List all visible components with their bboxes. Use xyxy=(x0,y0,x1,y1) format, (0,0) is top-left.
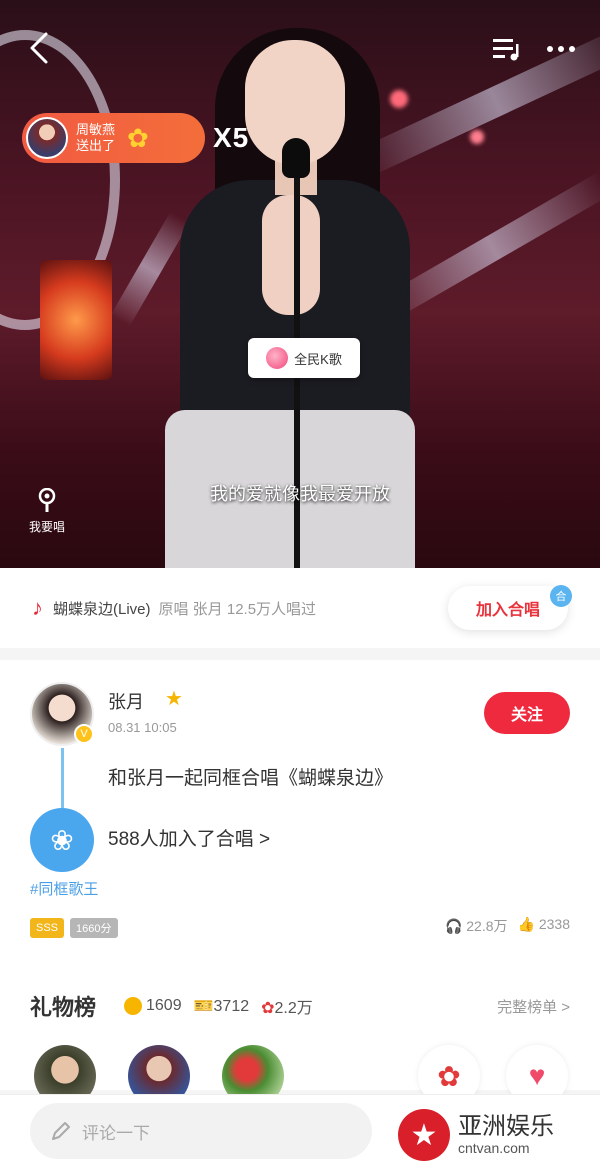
username[interactable]: 张月 xyxy=(108,688,144,714)
play-count-value: 22.8万 xyxy=(466,918,508,934)
like-count[interactable]: 👍 2338 xyxy=(518,916,570,936)
full-rank-link[interactable]: 完整榜单 > xyxy=(497,996,570,1017)
app-logo-card: 全民K歌 xyxy=(248,338,360,378)
video-player[interactable]: 全民K歌 周敏燕 送出了 ✿ X5 我要唱 我的爱就像我最爱开放 xyxy=(0,0,600,568)
gift-notification-text: 周敏燕 送出了 xyxy=(76,122,115,154)
comment-placeholder: 评论一下 xyxy=(82,1123,150,1143)
gift-notification[interactable]: 周敏燕 送出了 ✿ xyxy=(22,113,205,163)
solo-sing-label: 我要唱 xyxy=(28,520,65,534)
watermark-cn: 亚洲娱乐 xyxy=(458,1113,554,1141)
stage-glow xyxy=(470,130,484,144)
gift-sender-action: 送出了 xyxy=(76,138,116,153)
follow-button[interactable]: 关注 xyxy=(484,692,570,734)
coin-count: 1609 xyxy=(146,997,182,1015)
score-tags: SSS 1660分 xyxy=(30,918,118,938)
app-logo-icon xyxy=(266,347,289,369)
more-icon xyxy=(547,46,575,52)
coin-stat: 1609 xyxy=(124,996,182,1015)
play-count: 🎧 22.8万 xyxy=(445,916,508,936)
ticket-count: 3712 xyxy=(213,998,250,1015)
thread-line xyxy=(61,748,64,808)
music-note-icon: ♪ xyxy=(32,595,43,620)
chorus-badge-icon: 合 xyxy=(550,585,572,607)
gift-rank-title: 礼物榜 xyxy=(30,995,97,1020)
playlist-button[interactable] xyxy=(490,34,524,64)
ticket-stat: 🎫3712 xyxy=(194,996,250,1016)
gift-icon: ✿ xyxy=(127,122,149,153)
site-watermark: ★ 亚洲娱乐 cntvan.com xyxy=(398,1104,598,1166)
post-time: 08.31 10:05 xyxy=(108,720,177,735)
verified-badge-icon: V xyxy=(74,724,94,744)
hashtag-link[interactable]: #同框歌王 xyxy=(30,878,98,899)
pencil-icon xyxy=(52,1122,70,1140)
gift-sender-avatar xyxy=(26,117,68,159)
watermark-en: cntvan.com xyxy=(458,1139,530,1156)
flower-count: 2.2万 xyxy=(274,1000,313,1017)
chorus-icon[interactable]: ❀ xyxy=(30,808,94,872)
coin-icon xyxy=(124,996,142,1015)
gift-sender-name: 周敏燕 xyxy=(76,122,116,137)
back-button[interactable] xyxy=(24,30,54,66)
stage-glow xyxy=(390,90,408,108)
song-title[interactable]: 蝴蝶泉边(Live) xyxy=(53,598,151,619)
top-actions xyxy=(490,34,578,64)
headphones-icon: 🎧 xyxy=(444,918,463,934)
score-tag: 1660分 xyxy=(70,918,118,938)
song-meta: 原唱 张月 12.5万人唱过 xyxy=(158,600,317,618)
ticket-icon: 🎫 xyxy=(193,998,214,1015)
watermark-text: 亚洲娱乐 cntvan.com xyxy=(458,1113,554,1156)
microphone xyxy=(282,138,310,178)
like-count-value: 2338 xyxy=(538,916,570,932)
post-stats: 🎧 22.8万 👍 2338 xyxy=(445,916,570,936)
more-button[interactable] xyxy=(544,34,578,64)
flower-stat: ✿2.2万 xyxy=(261,994,313,1018)
gift-stats: 1609 🎫3712 ✿2.2万 xyxy=(124,994,313,1018)
flower-icon: ✿ xyxy=(261,1000,275,1017)
chorus-joined-link[interactable]: 588人加入了合唱 > xyxy=(108,824,270,851)
post-card: V 张月 ★ 08.31 10:05 关注 和张月一起同框合唱《蝴蝶泉边》 ❀ … xyxy=(0,660,600,1107)
star-icon: ★ xyxy=(165,688,183,710)
star-logo-icon: ★ xyxy=(398,1109,450,1161)
light-beam xyxy=(110,211,190,327)
stage-light xyxy=(40,260,112,380)
thumbs-up-icon: 👍 xyxy=(517,916,535,932)
rank-tag: SSS xyxy=(30,918,65,938)
comment-input[interactable]: 评论一下 xyxy=(30,1103,372,1159)
post-text: 和张月一起同框合唱《蝴蝶泉边》 xyxy=(108,768,394,789)
playlist-icon xyxy=(493,39,519,61)
app-logo-text: 全民K歌 xyxy=(294,351,342,367)
gift-count: X5 xyxy=(213,122,250,153)
back-arrow-icon xyxy=(30,32,48,64)
singer-arm xyxy=(262,195,320,315)
lyric-line: 我的爱就像我最爱开放 xyxy=(210,484,390,504)
